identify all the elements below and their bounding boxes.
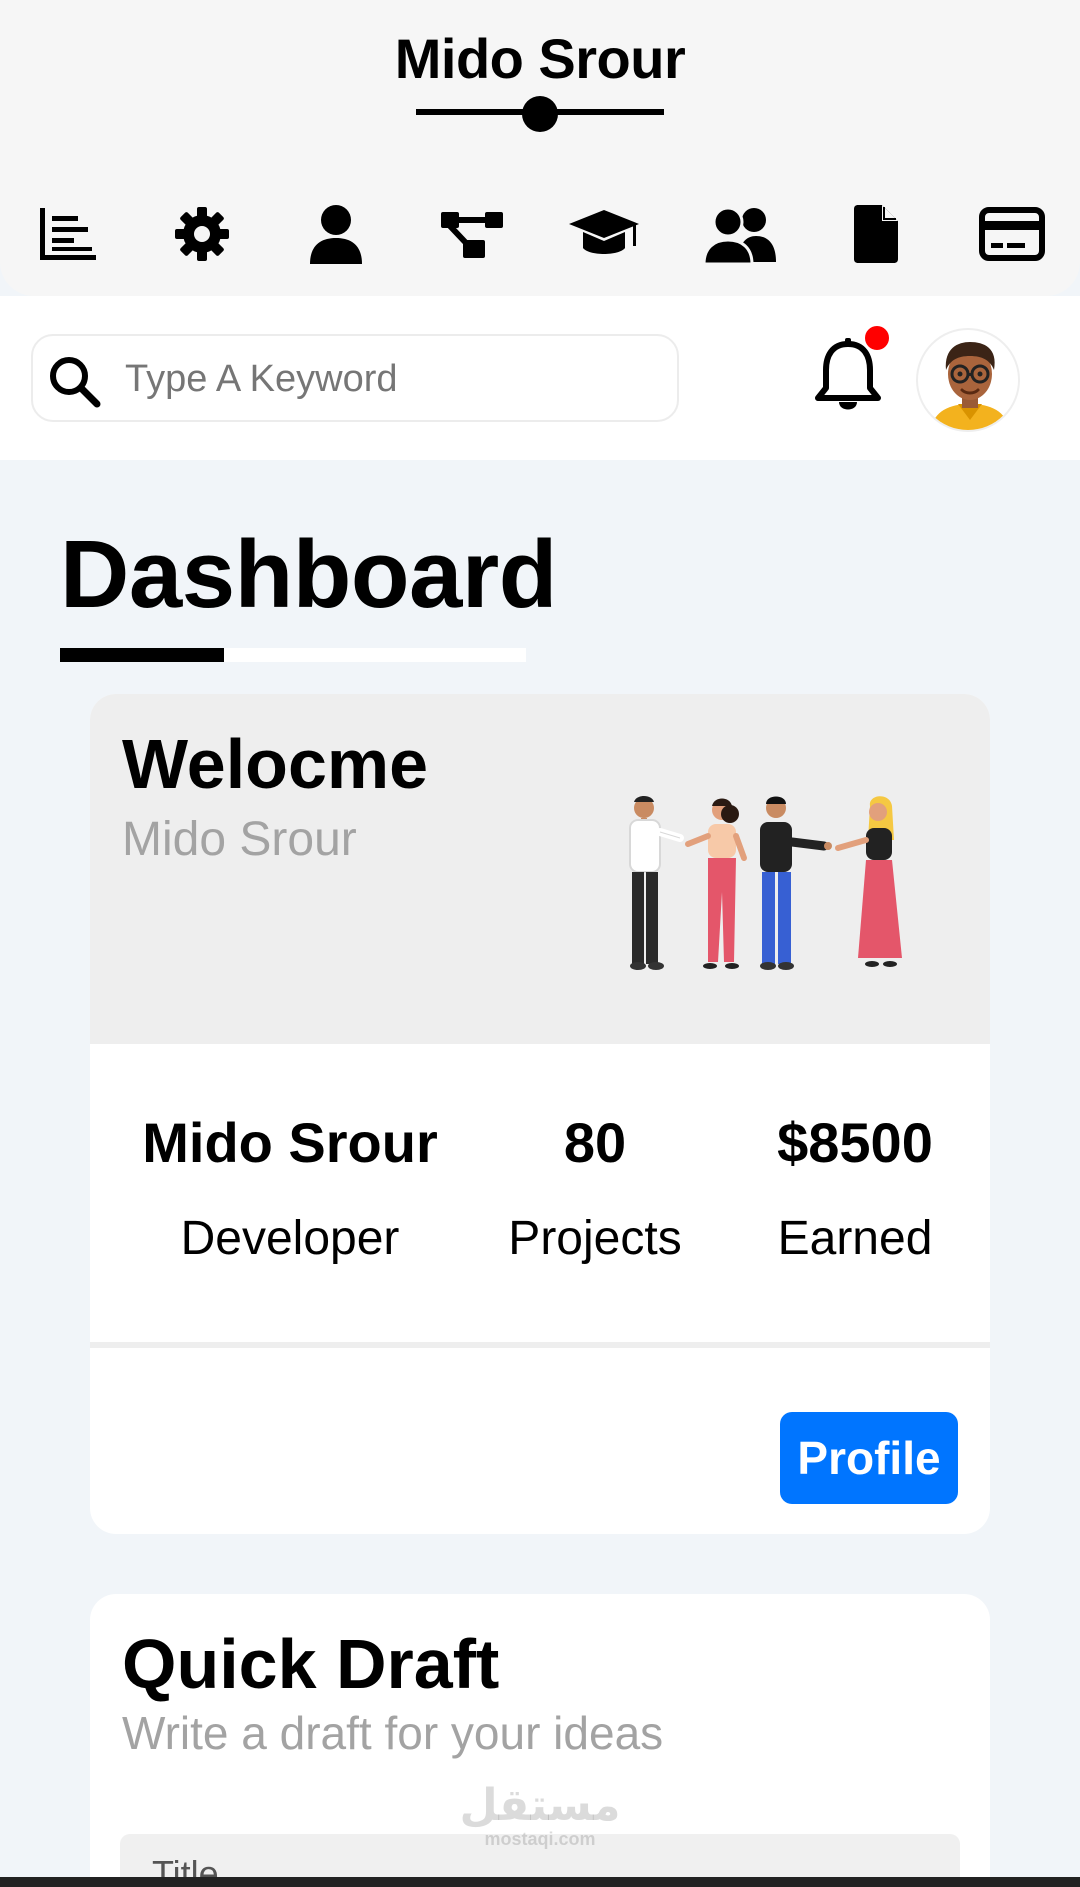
stat-label: Developer [180,1212,400,1265]
users-icon [702,206,776,264]
screen-bottom-edge [0,1877,1080,1887]
people-talking-illustration [629,796,902,970]
card-divider [90,1342,990,1348]
search-input[interactable] [125,350,655,408]
notification-badge [862,323,892,353]
search-icon[interactable] [47,354,101,408]
stat-label: Projects [508,1212,682,1265]
watermark-arabic: مستقل [459,1780,621,1831]
nav-item-files[interactable] [836,196,916,272]
sidebar-header: Mido Srour [0,0,1080,296]
quick-draft-title: Quick Draft [122,1625,500,1703]
stat-value: $8500 [777,1111,933,1174]
file-icon [854,205,898,263]
welcome-card-header: Welocme Mido Srour [90,694,990,1044]
nav-item-profile[interactable] [296,196,376,272]
page-title-underline [60,648,224,662]
stat-earned: $8500 Earned [760,1110,950,1266]
welcome-card: Welocme Mido Srour Mido Srour Developer … [90,694,990,1534]
stat-value: Mido Srour [142,1111,438,1174]
quick-draft-subtitle: Write a draft for your ideas [122,1707,664,1759]
nav-item-courses[interactable] [564,196,644,272]
welcome-title: Welocme [122,725,429,803]
credit-card-icon [979,207,1045,261]
gear-icon [175,207,229,261]
nav-item-dashboard[interactable] [28,196,108,272]
graduation-cap-icon [569,210,639,254]
watermark-latin: mostaqi.com [484,1829,596,1849]
user-icon [310,205,362,264]
nav-item-friends[interactable] [700,196,780,272]
welcome-user-name: Mido Srour [122,813,357,866]
nav-item-settings[interactable] [162,196,242,272]
stat-name: Mido Srour Developer [130,1110,450,1266]
page: Mido Srour Type A Keyword Dashboard Welo… [0,0,1080,1887]
watermark: مستقل mostaqi.com [0,1780,1080,1849]
avatar-icon [930,342,1010,430]
diagram-project-icon [441,212,503,258]
stat-projects: 80 Projects [500,1110,690,1266]
stat-label: Earned [777,1212,933,1265]
brand-underline-dot [522,96,558,132]
brand-title: Mido Srour [394,27,686,90]
search-box [31,334,679,422]
icon-nav [28,196,1052,272]
nav-item-projects[interactable] [432,196,512,272]
welcome-stats: Mido Srour Developer 80 Projects $8500 E… [90,1044,990,1342]
profile-button[interactable]: Profile [780,1412,958,1504]
page-title: Dashboard [60,521,557,628]
stat-value: 80 [563,1111,627,1174]
avatar[interactable] [916,328,1020,432]
chart-bar-icon [40,208,96,260]
nav-item-plans[interactable] [972,196,1052,272]
